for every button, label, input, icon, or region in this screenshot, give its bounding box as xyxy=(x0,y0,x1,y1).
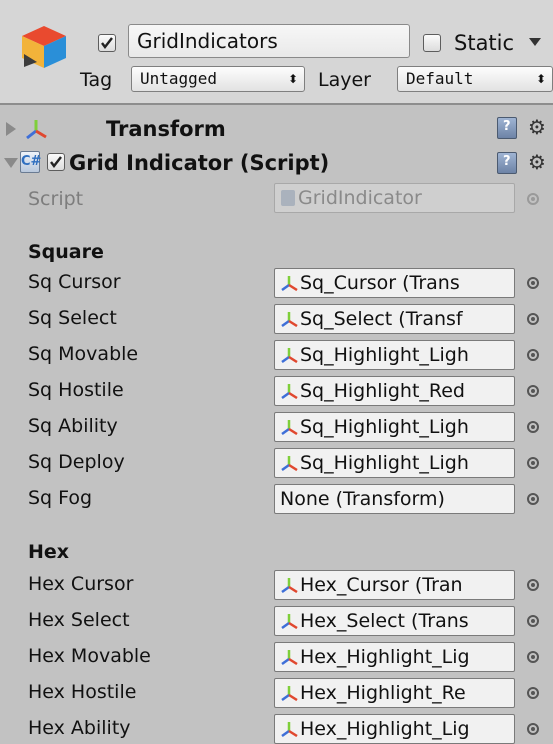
foldout-expanded-icon[interactable] xyxy=(4,158,18,168)
object-field-value: Hex_Highlight_Lig xyxy=(300,718,470,740)
object-field[interactable]: Sq_Highlight_Ligh xyxy=(274,340,515,370)
cube-icon xyxy=(22,26,66,68)
section-heading-square: Square xyxy=(28,241,104,263)
object-picker-icon[interactable] xyxy=(527,579,539,591)
header-divider xyxy=(0,103,553,105)
grid-indicator-component-header[interactable]: C# Grid Indicator (Script) ⚙ xyxy=(0,146,553,180)
field-label: Sq Deploy xyxy=(28,451,125,473)
object-field[interactable]: Sq_Highlight_Ligh xyxy=(274,448,515,478)
object-field[interactable]: Sq_Cursor (Trans xyxy=(274,268,515,298)
object-field-value: Sq_Cursor (Trans xyxy=(300,272,460,294)
transform-axes-icon xyxy=(281,312,298,327)
object-picker-icon[interactable] xyxy=(527,277,539,289)
foldout-collapsed-icon[interactable] xyxy=(6,122,16,136)
tag-dropdown[interactable]: Untagged ⬍ xyxy=(131,66,305,92)
object-picker-icon[interactable] xyxy=(527,349,539,361)
layer-dropdown-value: Default xyxy=(406,69,474,88)
grid-indicator-title: Grid Indicator (Script) xyxy=(69,151,330,175)
object-picker-icon[interactable] xyxy=(527,421,539,433)
gear-icon[interactable]: ⚙ xyxy=(528,151,546,173)
object-field[interactable]: Sq_Highlight_Ligh xyxy=(274,412,515,442)
object-picker-icon[interactable] xyxy=(527,457,539,469)
script-field-value: GridIndicator xyxy=(298,187,422,209)
object-field[interactable]: Hex_Highlight_Re xyxy=(274,678,515,708)
transform-title: Transform xyxy=(106,117,226,141)
transform-component-header[interactable]: Transform ⚙ xyxy=(0,112,553,146)
transform-axes-icon xyxy=(26,120,47,140)
object-picker-icon[interactable] xyxy=(527,723,539,735)
static-checkbox[interactable] xyxy=(423,34,441,52)
gameobject-name-input[interactable]: GridIndicators xyxy=(128,24,410,58)
object-picker-icon[interactable] xyxy=(527,615,539,627)
layer-dropdown[interactable]: Default ⬍ xyxy=(397,66,553,92)
help-book-icon[interactable] xyxy=(497,152,517,174)
tag-label: Tag xyxy=(80,69,113,91)
object-field-value: Sq_Highlight_Ligh xyxy=(300,452,469,474)
checkmark-icon xyxy=(101,37,113,49)
active-toggle-checkbox[interactable] xyxy=(98,34,116,52)
object-field-value: Sq_Highlight_Ligh xyxy=(300,416,469,438)
object-field[interactable]: Hex_Cursor (Tran xyxy=(274,570,515,600)
gear-icon[interactable]: ⚙ xyxy=(528,116,546,138)
transform-axes-icon xyxy=(281,686,298,701)
object-field-value: Hex_Cursor (Tran xyxy=(300,574,463,596)
object-picker-icon xyxy=(527,193,539,205)
object-field-value: Sq_Highlight_Red xyxy=(300,380,465,402)
object-picker-icon[interactable] xyxy=(527,313,539,325)
object-field-value: Hex_Highlight_Re xyxy=(300,682,466,704)
transform-axes-icon xyxy=(281,650,298,665)
updown-arrows-icon: ⬍ xyxy=(287,72,298,86)
field-label: Sq Cursor xyxy=(28,271,121,293)
tag-dropdown-value: Untagged xyxy=(140,69,218,88)
transform-axes-icon xyxy=(281,578,298,593)
field-label: Sq Fog xyxy=(28,487,93,509)
field-label: Hex Movable xyxy=(28,645,151,667)
field-label: Hex Ability xyxy=(28,717,131,739)
object-picker-icon[interactable] xyxy=(527,687,539,699)
field-label: Sq Hostile xyxy=(28,379,124,401)
object-field[interactable]: Sq_Select (Transf xyxy=(274,304,515,334)
field-label: Hex Cursor xyxy=(28,573,134,595)
transform-axes-icon xyxy=(281,456,298,471)
object-field[interactable]: Hex_Select (Trans xyxy=(274,606,515,636)
checkmark-icon xyxy=(50,156,62,168)
field-label: Hex Hostile xyxy=(28,681,137,703)
component-enabled-checkbox[interactable] xyxy=(47,153,65,171)
transform-axes-icon xyxy=(281,614,298,629)
script-field: GridIndicator xyxy=(274,183,515,213)
transform-axes-icon xyxy=(281,384,298,399)
inspector-header: GridIndicators Static Tag Untagged ⬍ Lay… xyxy=(0,0,553,105)
object-field-value: Hex_Highlight_Lig xyxy=(300,646,470,668)
script-file-icon xyxy=(281,190,295,206)
field-label: Sq Ability xyxy=(28,415,118,437)
transform-axes-icon xyxy=(281,348,298,363)
updown-arrows-icon: ⬍ xyxy=(535,72,546,86)
transform-axes-icon xyxy=(281,420,298,435)
field-label: Hex Select xyxy=(28,609,130,631)
object-field[interactable]: Hex_Highlight_Lig xyxy=(274,642,515,672)
object-field-value: None (Transform) xyxy=(280,488,445,510)
csharp-script-icon: C# xyxy=(20,151,41,173)
static-dropdown-arrow-icon[interactable] xyxy=(529,38,541,46)
transform-axes-icon xyxy=(281,276,298,291)
static-label: Static xyxy=(454,31,515,55)
object-field[interactable]: Hex_Highlight_Lig xyxy=(274,714,515,744)
field-label: Sq Movable xyxy=(28,343,139,365)
help-book-icon[interactable] xyxy=(497,117,517,139)
object-field-value: Sq_Select (Transf xyxy=(300,308,463,330)
object-field[interactable]: Sq_Highlight_Red xyxy=(274,376,515,406)
object-picker-icon[interactable] xyxy=(527,493,539,505)
section-heading-hex: Hex xyxy=(28,541,70,563)
object-field[interactable]: None (Transform) xyxy=(274,484,515,514)
field-label: Sq Select xyxy=(28,307,117,329)
script-label: Script xyxy=(28,188,84,210)
layer-label: Layer xyxy=(318,69,371,91)
object-field-value: Sq_Highlight_Ligh xyxy=(300,344,469,366)
transform-axes-icon xyxy=(281,722,298,737)
object-picker-icon[interactable] xyxy=(527,385,539,397)
object-picker-icon[interactable] xyxy=(527,651,539,663)
object-field-value: Hex_Select (Trans xyxy=(300,610,469,632)
